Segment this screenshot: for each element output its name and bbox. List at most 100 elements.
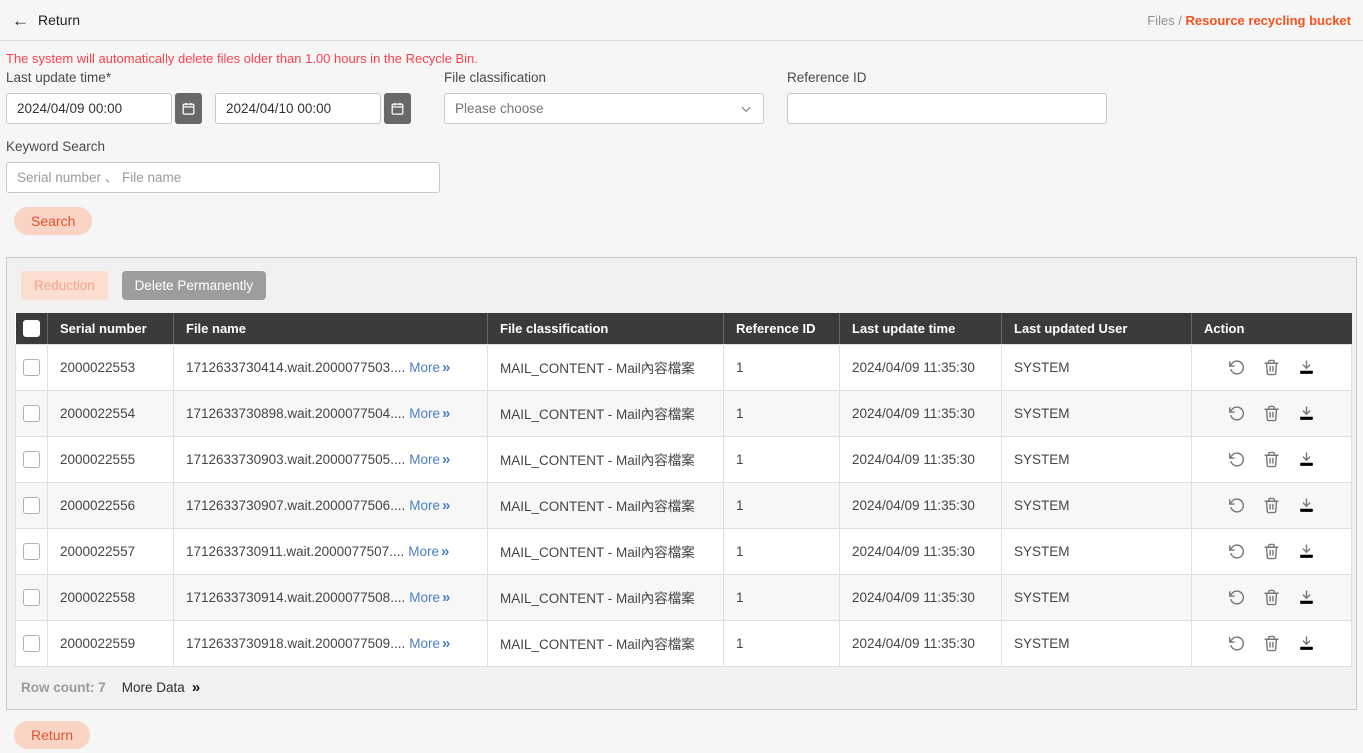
calendar-icon	[181, 101, 196, 116]
trash-icon	[1263, 405, 1280, 422]
cell-classification: MAIL_CONTENT - Mail內容檔案	[488, 574, 724, 620]
back-arrow-icon: ←	[12, 12, 29, 29]
download-button[interactable]	[1298, 635, 1315, 652]
double-chevron-icon: »	[442, 497, 450, 514]
row-checkbox[interactable]	[23, 635, 40, 652]
header-last-update-time: Last update time	[840, 313, 1002, 344]
delete-permanently-button[interactable]: Delete Permanently	[122, 271, 267, 300]
more-link[interactable]: More»	[409, 452, 450, 467]
more-link[interactable]: More»	[409, 590, 450, 605]
bottom-return-button[interactable]: Return	[14, 721, 90, 749]
cell-classification: MAIL_CONTENT - Mail內容檔案	[488, 344, 724, 390]
header-last-updated-user: Last updated User	[1002, 313, 1192, 344]
cell-user: SYSTEM	[1002, 344, 1192, 390]
results-panel: Reduction Delete Permanently Serial numb…	[6, 257, 1357, 710]
delete-button[interactable]	[1263, 589, 1280, 606]
breadcrumb: Files / Resource recycling bucket	[1147, 13, 1351, 28]
cell-reference-id: 1	[724, 620, 840, 666]
file-name-text: 1712633730903.wait.2000077505....	[186, 452, 405, 467]
download-button[interactable]	[1298, 359, 1315, 376]
download-icon	[1298, 497, 1315, 514]
cell-last-update: 2024/04/09 11:35:30	[840, 528, 1002, 574]
file-name-text: 1712633730911.wait.2000077507....	[186, 544, 404, 559]
cell-classification: MAIL_CONTENT - Mail內容檔案	[488, 482, 724, 528]
breadcrumb-separator: /	[1175, 13, 1186, 28]
keyword-search-input[interactable]	[6, 162, 440, 193]
trash-icon	[1263, 589, 1280, 606]
restore-icon	[1228, 635, 1245, 652]
double-chevron-icon: »	[441, 543, 449, 560]
delete-button[interactable]	[1263, 359, 1280, 376]
restore-button[interactable]	[1228, 589, 1245, 606]
download-icon	[1298, 543, 1315, 560]
date-to-calendar-button[interactable]	[384, 93, 411, 124]
restore-button[interactable]	[1228, 451, 1245, 468]
more-data-link[interactable]: More Data»	[122, 679, 200, 696]
table-row: 2000022556 1712633730907.wait.2000077506…	[16, 482, 1352, 528]
row-checkbox[interactable]	[23, 497, 40, 514]
reference-id-input[interactable]	[787, 93, 1107, 124]
cell-serial: 2000022556	[48, 482, 174, 528]
cell-file-name: 1712633730911.wait.2000077507.... More»	[174, 528, 488, 574]
file-name-text: 1712633730918.wait.2000077509....	[186, 636, 405, 651]
date-from-calendar-button[interactable]	[175, 93, 202, 124]
file-classification-select[interactable]: Please choose	[444, 93, 764, 124]
restore-button[interactable]	[1228, 359, 1245, 376]
row-checkbox[interactable]	[23, 589, 40, 606]
table-row: 2000022557 1712633730911.wait.2000077507…	[16, 528, 1352, 574]
table-row: 2000022559 1712633730918.wait.2000077509…	[16, 620, 1352, 666]
download-icon	[1298, 589, 1315, 606]
row-checkbox[interactable]	[23, 543, 40, 560]
file-classification-group: File classification Please choose	[444, 70, 764, 124]
breadcrumb-section[interactable]: Files	[1147, 13, 1174, 28]
panel-footer: Row count: 7 More Data»	[7, 667, 1356, 709]
download-button[interactable]	[1298, 543, 1315, 560]
restore-icon	[1228, 543, 1245, 560]
file-classification-value: Please choose	[455, 101, 544, 116]
file-name-text: 1712633730914.wait.2000077508....	[186, 590, 405, 605]
download-button[interactable]	[1298, 451, 1315, 468]
date-from-input[interactable]	[6, 93, 172, 124]
return-link[interactable]: ← Return	[12, 12, 80, 29]
download-icon	[1298, 635, 1315, 652]
double-chevron-icon: »	[192, 679, 200, 696]
restore-button[interactable]	[1228, 635, 1245, 652]
download-button[interactable]	[1298, 405, 1315, 422]
trash-icon	[1263, 635, 1280, 652]
delete-button[interactable]	[1263, 451, 1280, 468]
cell-file-name: 1712633730914.wait.2000077508.... More»	[174, 574, 488, 620]
reduction-button[interactable]: Reduction	[21, 271, 108, 300]
download-icon	[1298, 451, 1315, 468]
restore-button[interactable]	[1228, 543, 1245, 560]
reference-id-group: Reference ID	[787, 70, 1107, 124]
more-link[interactable]: More»	[409, 360, 450, 375]
delete-button[interactable]	[1263, 635, 1280, 652]
more-link[interactable]: More»	[409, 406, 450, 421]
row-count: Row count: 7	[21, 680, 106, 695]
row-checkbox[interactable]	[23, 359, 40, 376]
select-all-checkbox[interactable]	[23, 320, 40, 337]
restore-icon	[1228, 359, 1245, 376]
row-checkbox[interactable]	[23, 405, 40, 422]
restore-button[interactable]	[1228, 497, 1245, 514]
row-checkbox[interactable]	[23, 451, 40, 468]
more-link[interactable]: More»	[409, 636, 450, 651]
download-button[interactable]	[1298, 589, 1315, 606]
more-link[interactable]: More»	[408, 544, 449, 559]
restore-icon	[1228, 589, 1245, 606]
download-button[interactable]	[1298, 497, 1315, 514]
date-to-input[interactable]	[215, 93, 381, 124]
cell-reference-id: 1	[724, 344, 840, 390]
delete-button[interactable]	[1263, 497, 1280, 514]
file-classification-label: File classification	[444, 70, 764, 85]
delete-button[interactable]	[1263, 543, 1280, 560]
search-button[interactable]: Search	[14, 207, 92, 235]
restore-icon	[1228, 405, 1245, 422]
more-link[interactable]: More»	[409, 498, 450, 513]
restore-button[interactable]	[1228, 405, 1245, 422]
cell-user: SYSTEM	[1002, 528, 1192, 574]
cell-classification: MAIL_CONTENT - Mail內容檔案	[488, 436, 724, 482]
table-row: 2000022553 1712633730414.wait.2000077503…	[16, 344, 1352, 390]
delete-button[interactable]	[1263, 405, 1280, 422]
last-update-time-label: Last update time*	[6, 70, 411, 85]
